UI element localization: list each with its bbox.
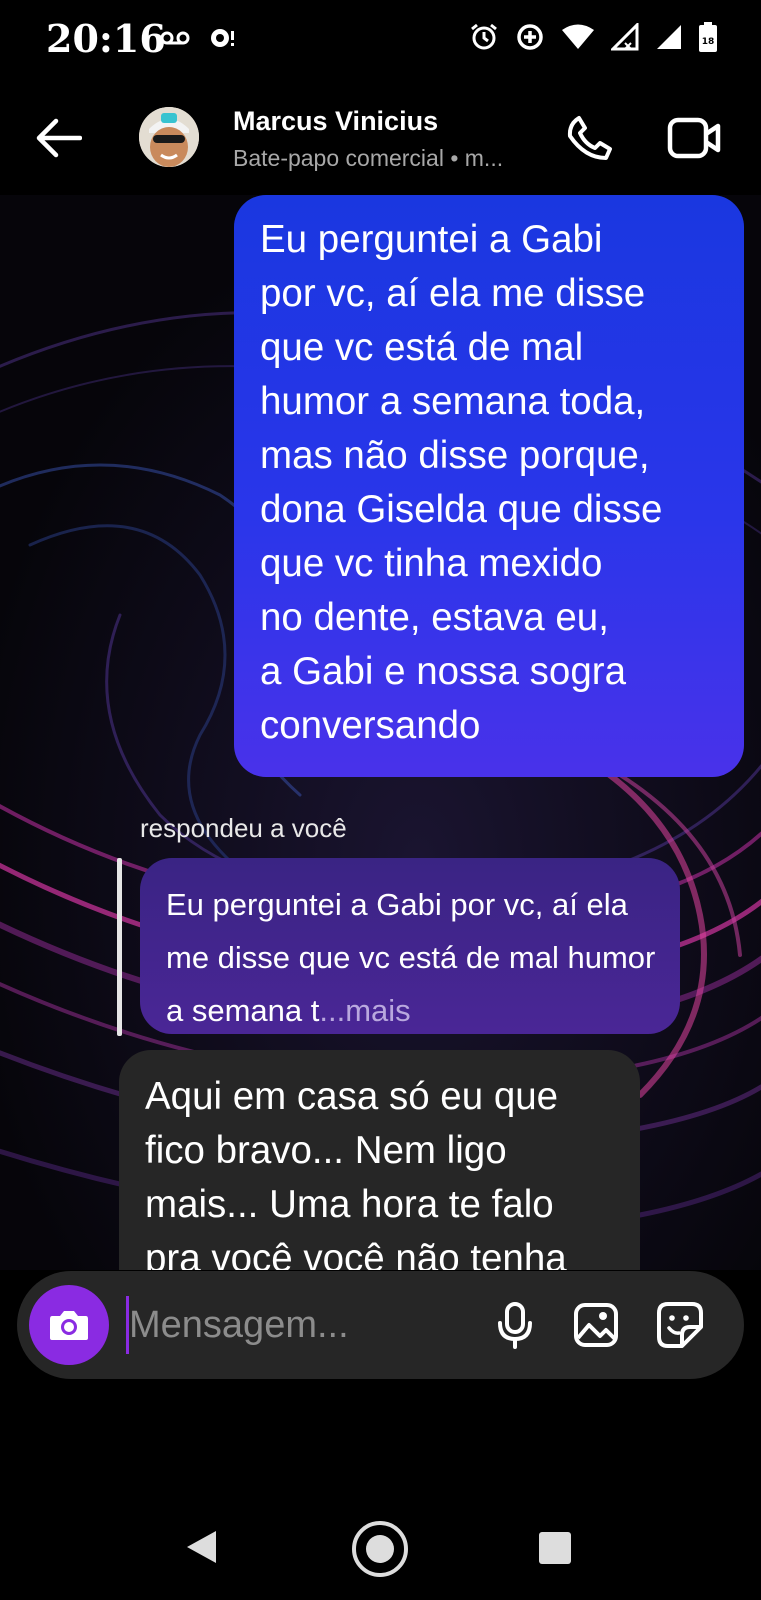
data-saver-icon [517,24,543,50]
notification-icon [211,29,234,47]
chat-header: Marcus Vinicius Bate-papo comercial • m.… [0,80,761,195]
sent-message-bubble[interactable]: Eu perguntei a Gabi por vc, aí ela me di… [234,195,744,777]
video-camera-icon [667,117,721,159]
status-icons-left [160,26,236,50]
battery-level: 18 [702,37,715,47]
signal-icon [657,25,681,49]
wifi-icon [562,24,594,49]
nav-recents-icon[interactable] [539,1532,571,1564]
message-input[interactable] [129,1293,459,1357]
microphone-icon [498,1302,532,1349]
nav-home-icon[interactable] [350,1519,410,1579]
image-icon [574,1303,618,1347]
signal-icon [611,23,639,51]
received-message-text: Aqui em casa só eu que fico bravo... Nem… [145,1075,567,1270]
nav-back-icon[interactable] [184,1529,218,1565]
status-time: 20:16 [46,16,166,61]
back-button[interactable] [30,110,86,166]
avatar-image [139,107,199,167]
reply-label: respondeu a você [140,813,347,843]
avatar[interactable] [139,107,199,167]
arrow-left-icon [36,118,82,158]
voicemail-icon [160,31,190,45]
phone-icon [567,116,612,160]
quoted-message-text: Eu perguntei a Gabi por vc, aí ela me di… [166,878,666,1037]
alarm-icon [471,23,497,50]
camera-button[interactable] [29,1285,109,1365]
sticker-icon [657,1302,703,1348]
contact-subtitle: Bate-papo comercial • m... [233,145,504,171]
status-icons-right: 18 [469,22,717,52]
camera-icon [50,1311,88,1340]
sticker-button[interactable] [654,1299,706,1351]
chat-area[interactable]: Eu perguntei a Gabi por vc, aí ela me di… [0,195,761,1270]
quoted-ellipsis: ... [319,993,346,1028]
quoted-message-bubble[interactable]: Eu perguntei a Gabi por vc, aí ela me di… [140,858,680,1034]
voice-message-button[interactable] [489,1299,541,1351]
call-button[interactable] [561,110,617,166]
video-call-button[interactable] [664,110,724,166]
contact-name[interactable]: Marcus Vinicius [233,106,438,137]
sent-message-text: Eu perguntei a Gabi por vc, aí ela me di… [260,218,663,747]
battery-icon: 18 [699,22,717,52]
status-bar: 20:16 18 [0,0,761,80]
reply-indicator-bar [117,858,122,1036]
received-message-bubble[interactable]: Aqui em casa só eu que fico bravo... Nem… [119,1050,640,1270]
see-more-link[interactable]: mais [345,993,410,1028]
quoted-text-body: Eu perguntei a Gabi por vc, aí ela me di… [166,887,656,1028]
gallery-button[interactable] [570,1299,622,1351]
system-nav-bar [0,1497,761,1600]
message-composer [17,1271,744,1379]
